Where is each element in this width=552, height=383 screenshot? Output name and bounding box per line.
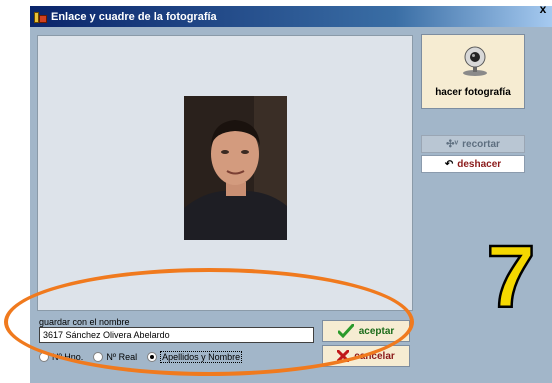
- cancel-x-icon: [337, 350, 350, 362]
- crop-icon: ✣ᵛ: [446, 138, 459, 150]
- radio-label: Apellidos y Nombre: [160, 351, 243, 363]
- naming-option-group: Nº Hno. Nº Real Apellidos y Nombre: [39, 351, 243, 363]
- radio-n-hno[interactable]: Nº Hno.: [39, 352, 83, 362]
- radio-label: Nº Hno.: [52, 352, 84, 362]
- app-icon: [34, 10, 48, 24]
- radio-apellidos-nombre[interactable]: Apellidos y Nombre: [147, 351, 243, 363]
- radio-circle: [39, 352, 49, 362]
- accept-label: aceptar: [358, 325, 395, 337]
- photo-preview-panel: [37, 35, 413, 311]
- take-photo-label: hacer fotografía: [435, 87, 511, 98]
- undo-label: deshacer: [457, 158, 502, 170]
- undo-icon: ↶: [444, 158, 454, 170]
- undo-button[interactable]: ↶ deshacer: [421, 155, 525, 173]
- cancel-label: cancelar: [354, 350, 395, 362]
- radio-circle-checked: [147, 352, 158, 362]
- save-name-label: guardar con el nombre: [39, 317, 130, 327]
- save-name-input[interactable]: 3617 Sánchez Olivera Abelardo: [39, 327, 314, 343]
- checkmark-icon: [337, 324, 354, 338]
- window-body: hacer fotografía ✣ᵛ recortar ↶ deshacer …: [30, 27, 552, 383]
- crop-button[interactable]: ✣ᵛ recortar: [421, 135, 525, 153]
- portrait-photo[interactable]: [184, 96, 287, 240]
- window-title: Enlace y cuadre de la fotografía: [51, 10, 217, 23]
- webcam-icon: [463, 46, 487, 76]
- step-number-text: 7: [487, 233, 536, 313]
- close-button[interactable]: x: [536, 2, 550, 16]
- step-number-annotation: 7: [481, 226, 541, 328]
- radio-circle: [93, 352, 104, 362]
- cancel-button[interactable]: cancelar: [322, 345, 410, 367]
- crop-label: recortar: [462, 138, 500, 150]
- photo-link-window: Enlace y cuadre de la fotografía x hacer…: [0, 0, 552, 383]
- radio-label: Nº Real: [106, 352, 138, 362]
- title-bar: Enlace y cuadre de la fotografía: [30, 6, 552, 27]
- take-photo-button[interactable]: hacer fotografía: [421, 34, 525, 109]
- radio-n-real[interactable]: Nº Real: [93, 352, 137, 362]
- accept-button[interactable]: aceptar: [322, 320, 410, 342]
